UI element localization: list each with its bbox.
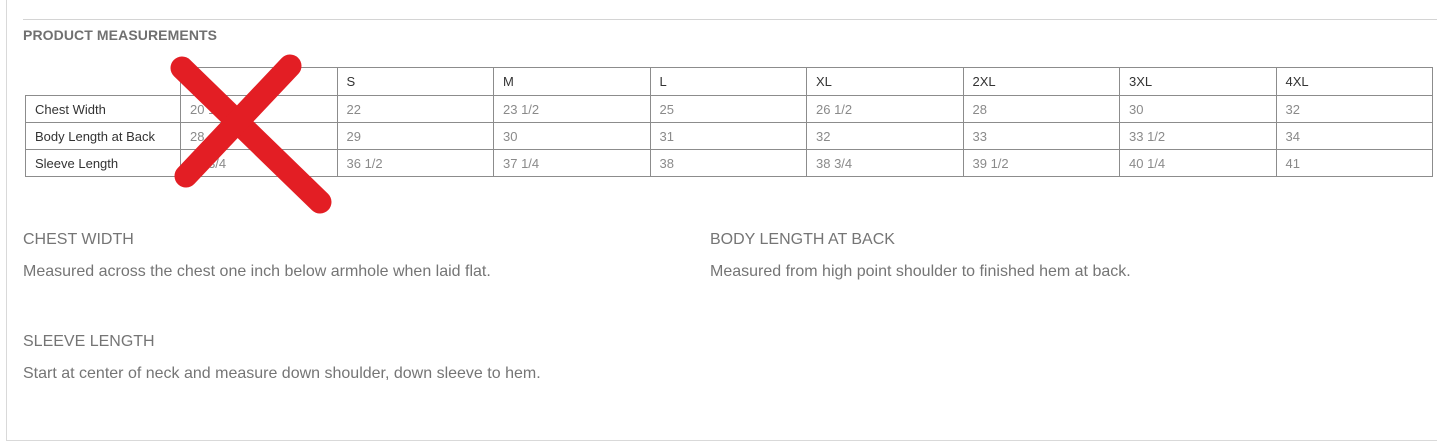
table-cell: 38 3/4 — [806, 149, 964, 177]
header-corner-cell — [25, 67, 181, 96]
table-cell: 32 — [1275, 95, 1433, 123]
measurements-table: S M L XL 2XL 3XL 4XL Chest Width 20 1/2 … — [25, 67, 1433, 177]
table-cell: 38 — [649, 149, 807, 177]
table-cell: 31 — [649, 122, 807, 150]
table-row: Chest Width 20 1/2 22 23 1/2 25 26 1/2 2… — [25, 95, 1433, 123]
table-cell: 25 — [649, 95, 807, 123]
table-cell: 30 — [1119, 95, 1277, 123]
sleeve-length-title: SLEEVE LENGTH — [23, 333, 155, 350]
table-cell: 39 1/2 — [962, 149, 1120, 177]
table-cell: 23 1/2 — [493, 95, 651, 123]
table-cell: 37 1/4 — [493, 149, 651, 177]
table-cell: 33 1/2 — [1119, 122, 1277, 150]
size-header: 3XL — [1119, 67, 1277, 96]
size-header: M — [493, 67, 651, 96]
sleeve-length-text: Start at center of neck and measure down… — [23, 365, 541, 382]
table-cell: 28 — [962, 95, 1120, 123]
table-cell: 28 — [180, 122, 338, 150]
table-cell: 33 — [962, 122, 1120, 150]
row-label: Body Length at Back — [25, 122, 181, 150]
table-cell: 34 — [1275, 122, 1433, 150]
table-cell: 32 — [806, 122, 964, 150]
size-header: S — [336, 67, 494, 96]
body-length-title: BODY LENGTH AT BACK — [710, 231, 895, 248]
table-cell: 29 — [336, 122, 494, 150]
table-cell: 35 3/4 — [180, 149, 338, 177]
chest-width-title: CHEST WIDTH — [23, 231, 134, 248]
table-cell: 22 — [336, 95, 494, 123]
table-cell: 41 — [1275, 149, 1433, 177]
table-cell: 36 1/2 — [336, 149, 494, 177]
size-header: 2XL — [962, 67, 1120, 96]
top-divider — [23, 19, 1437, 20]
table-header-row: S M L XL 2XL 3XL 4XL — [25, 67, 1433, 96]
size-header — [180, 67, 338, 96]
size-header: 4XL — [1275, 67, 1433, 96]
row-label: Chest Width — [25, 95, 181, 123]
chest-width-text: Measured across the chest one inch below… — [23, 263, 491, 280]
row-label: Sleeve Length — [25, 149, 181, 177]
body-length-text: Measured from high point shoulder to fin… — [710, 263, 1131, 280]
table-cell: 26 1/2 — [806, 95, 964, 123]
section-title: PRODUCT MEASUREMENTS — [23, 27, 218, 43]
table-row: Body Length at Back 28 29 30 31 32 33 33… — [25, 122, 1433, 150]
table-cell: 30 — [493, 122, 651, 150]
size-header: XL — [806, 67, 964, 96]
size-header: L — [649, 67, 807, 96]
table-row: Sleeve Length 35 3/4 36 1/2 37 1/4 38 38… — [25, 149, 1433, 177]
table-cell: 40 1/4 — [1119, 149, 1277, 177]
table-cell: 20 1/2 — [180, 95, 338, 123]
